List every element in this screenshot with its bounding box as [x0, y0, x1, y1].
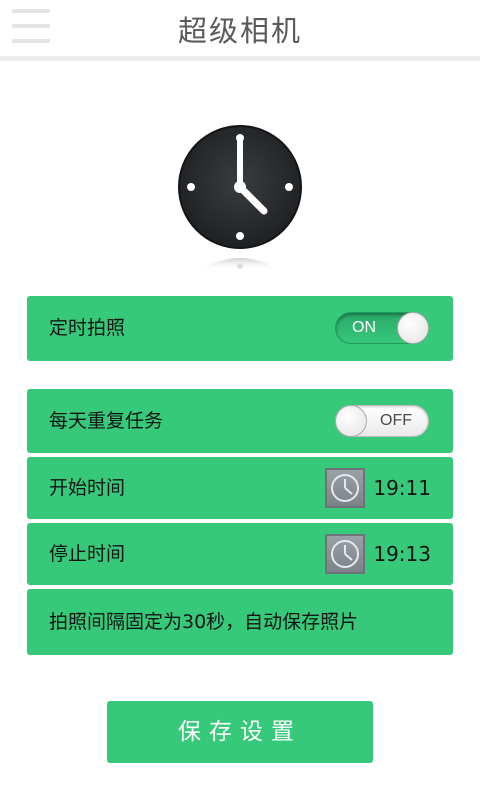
timed-photo-row: 定时拍照 ON: [27, 296, 453, 361]
timed-photo-toggle[interactable]: ON: [335, 312, 429, 344]
save-settings-button[interactable]: 保存设置: [107, 701, 373, 763]
toggle-text: OFF: [380, 412, 412, 429]
start-time-label: 开始时间: [49, 477, 126, 499]
start-time-value[interactable]: 19:11: [373, 457, 431, 519]
page-title: 超级相机: [177, 14, 302, 48]
timed-photo-label: 定时拍照: [49, 317, 126, 339]
toggle-knob: [335, 405, 367, 437]
repeat-daily-toggle[interactable]: OFF: [335, 405, 429, 437]
note-row: 拍照间隔固定为30秒，自动保存照片: [27, 589, 453, 655]
stop-time-value[interactable]: 19:13: [373, 523, 431, 585]
stop-time-label: 停止时间: [49, 543, 126, 565]
clock-icon[interactable]: [325, 468, 365, 508]
top-bar: 超级相机: [0, 0, 480, 61]
interval-note: 拍照间隔固定为30秒，自动保存照片: [49, 611, 359, 633]
stop-time-row[interactable]: 停止时间 19:13: [27, 523, 453, 585]
toggle-knob: [397, 312, 429, 344]
clock-icon[interactable]: [325, 534, 365, 574]
start-time-row[interactable]: 开始时间 19:11: [27, 457, 453, 519]
repeat-daily-row: 每天重复任务 OFF: [27, 389, 453, 453]
clock-icon: [170, 118, 310, 270]
repeat-daily-label: 每天重复任务: [49, 410, 164, 432]
toggle-text: ON: [352, 319, 376, 336]
